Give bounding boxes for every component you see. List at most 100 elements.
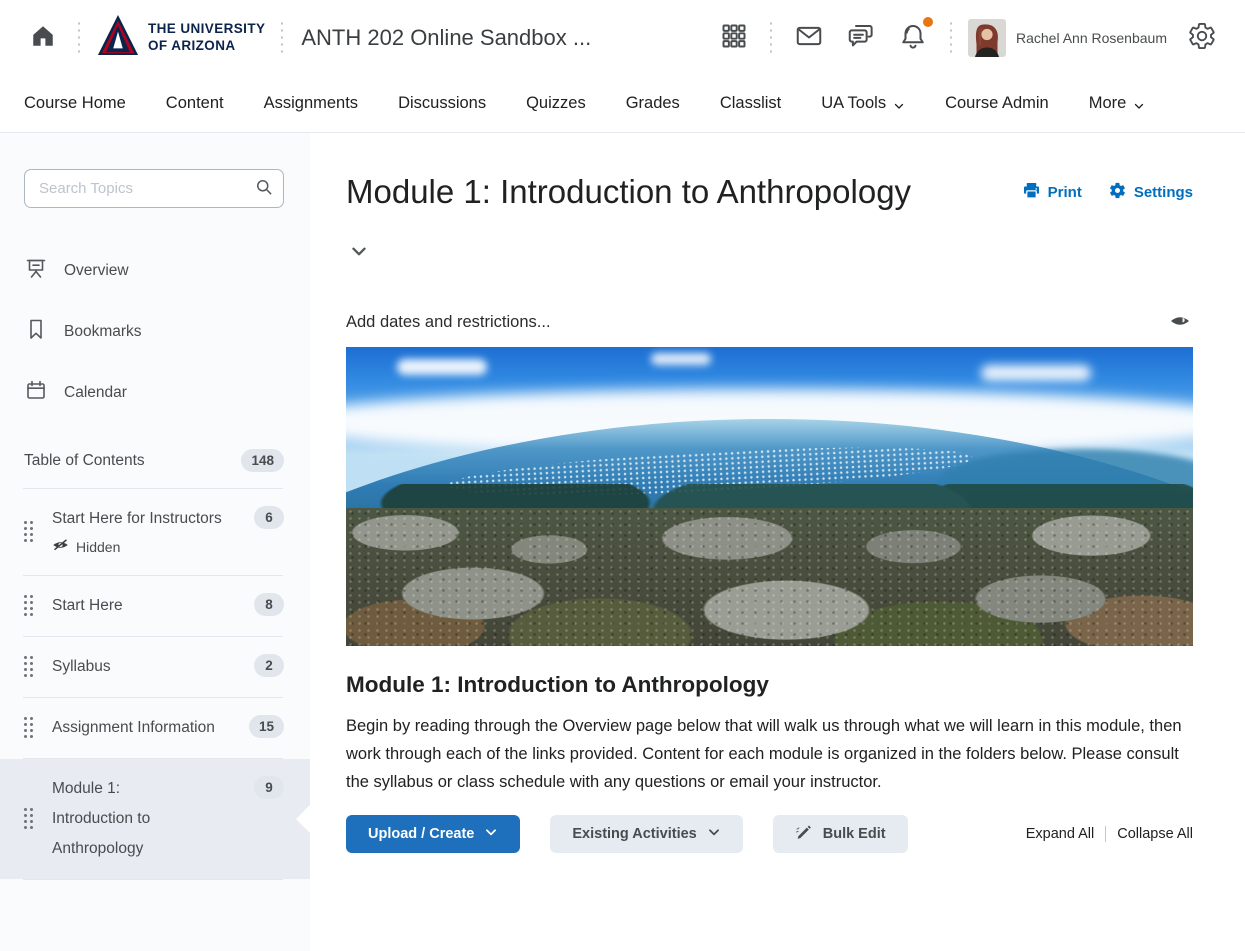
print-label: Print [1048,184,1082,201]
course-title[interactable]: ANTH 202 Online Sandbox ... [301,25,591,51]
chevron-down-icon [893,98,905,110]
home-icon [30,23,56,52]
toc-item-start-here[interactable]: Start Here 8 [0,576,310,636]
nav-ua-tools[interactable]: UA Tools [801,75,925,132]
page: THE UNIVERSITY OF ARIZONA ANTH 202 Onlin… [0,0,1245,951]
drag-handle-icon[interactable] [24,521,52,543]
divider [950,20,952,56]
sidebar-item-overview[interactable]: Overview [0,240,310,301]
nav-course-admin[interactable]: Course Admin [925,75,1069,132]
rocky-foreground [346,508,1193,646]
cloud-shape [397,359,487,375]
divider [281,20,283,56]
toc-item-label[interactable]: Start Here for Instructors [52,504,254,534]
search-input[interactable] [24,169,284,208]
bulk-edit-button[interactable]: Bulk Edit [773,815,908,853]
nav-more[interactable]: More [1069,75,1166,132]
gear-icon [1187,21,1217,54]
logo-line-2: OF ARIZONA [148,38,265,55]
expand-collapse-group: Expand All Collapse All [1026,826,1193,842]
sidebar-item-calendar[interactable]: Calendar [0,362,310,423]
toc-item-label[interactable]: Module 1: Introduction to Anthropology [52,774,202,864]
admin-gear-button[interactable] [1181,15,1223,60]
toc-item-count: 15 [249,715,284,738]
nav-discussions[interactable]: Discussions [378,75,506,132]
nav-content[interactable]: Content [146,75,244,132]
chevron-down-icon [1133,98,1145,110]
module-description: Begin by reading through the Overview pa… [346,712,1193,796]
module-actions-chevron[interactable] [346,238,372,267]
printer-icon [1022,181,1041,204]
mail-icon [794,21,824,54]
university-logo[interactable]: THE UNIVERSITY OF ARIZONA [96,14,265,61]
toc-item-count: 9 [254,776,284,799]
module-banner-image [346,347,1193,646]
notifications-button[interactable] [892,15,934,60]
sidebar-item-label: Calendar [64,384,127,402]
user-name[interactable]: Rachel Ann Rosenbaum [1016,30,1167,46]
hidden-status: Hidden [52,534,254,560]
dates-restrictions-row: Add dates and restrictions... [346,311,1193,334]
divider [23,879,283,880]
chat-button[interactable] [840,15,882,60]
avatar[interactable] [968,19,1006,57]
nav-grades[interactable]: Grades [606,75,700,132]
nav-course-home[interactable]: Course Home [4,75,146,132]
sidebar-item-bookmarks[interactable]: Bookmarks [0,301,310,362]
gear-icon [1108,181,1127,204]
app-grid-icon [720,22,748,53]
toc-header[interactable]: Table of Contents 148 [0,423,310,488]
toc-item-assignment-information[interactable]: Assignment Information 15 [0,698,310,758]
notification-dot [923,17,933,27]
calendar-icon [24,378,48,407]
divider [770,20,772,56]
divider [78,20,80,56]
top-bar-left: THE UNIVERSITY OF ARIZONA ANTH 202 Onlin… [24,14,591,61]
existing-activities-button[interactable]: Existing Activities [550,815,742,853]
divider [1105,826,1106,842]
nav-assignments[interactable]: Assignments [244,75,378,132]
nav-quizzes[interactable]: Quizzes [506,75,606,132]
chevron-down-icon [348,250,370,265]
drag-handle-icon[interactable] [24,656,52,678]
toc-item-label[interactable]: Assignment Information [52,713,240,743]
chat-icon [846,21,876,54]
collapse-all-link[interactable]: Collapse All [1117,826,1193,842]
eye-slash-icon [52,534,69,560]
toc-item-count: 8 [254,593,284,616]
search-button[interactable] [248,173,280,204]
toc-item-syllabus[interactable]: Syllabus 2 [0,637,310,697]
drag-handle-icon[interactable] [24,717,52,739]
expand-all-link[interactable]: Expand All [1026,826,1095,842]
toc-item-count: 2 [254,654,284,677]
toc-item-label[interactable]: Start Here [52,591,254,621]
hidden-label: Hidden [76,534,120,560]
app-launcher-button[interactable] [714,16,754,59]
main-content: Module 1: Introduction to Anthropology P… [310,133,1245,951]
home-button[interactable] [24,17,62,58]
content-toolbar: Upload / Create Existing Activities [346,815,1193,853]
chevron-down-icon [484,825,498,843]
settings-button[interactable]: Settings [1108,181,1193,204]
toc-item-module-1[interactable]: Module 1: Introduction to Anthropology 9 [0,759,310,879]
eye-icon [1169,317,1191,332]
print-button[interactable]: Print [1022,181,1082,204]
pencil-icon [795,823,813,845]
top-bar: THE UNIVERSITY OF ARIZONA ANTH 202 Onlin… [0,0,1245,75]
visibility-toggle[interactable] [1167,311,1193,334]
toc-item-start-here-instructors[interactable]: Start Here for Instructors Hidden 6 [0,489,310,575]
toc-count-badge: 148 [241,449,284,472]
upload-create-button[interactable]: Upload / Create [346,815,520,853]
bookmark-icon [24,317,48,346]
nav-classlist[interactable]: Classlist [700,75,801,132]
add-dates-restrictions[interactable]: Add dates and restrictions... [346,313,551,332]
toc-item-label[interactable]: Syllabus [52,652,254,682]
search-box [24,169,284,208]
course-navbar: Course Home Content Assignments Discussi… [0,75,1245,133]
messages-button[interactable] [788,15,830,60]
logo-line-1: THE UNIVERSITY [148,21,265,38]
drag-handle-icon[interactable] [24,808,52,830]
sidebar-item-label: Bookmarks [64,323,142,341]
sidebar-nav: Overview Bookmarks Calendar [0,240,310,423]
drag-handle-icon[interactable] [24,595,52,617]
